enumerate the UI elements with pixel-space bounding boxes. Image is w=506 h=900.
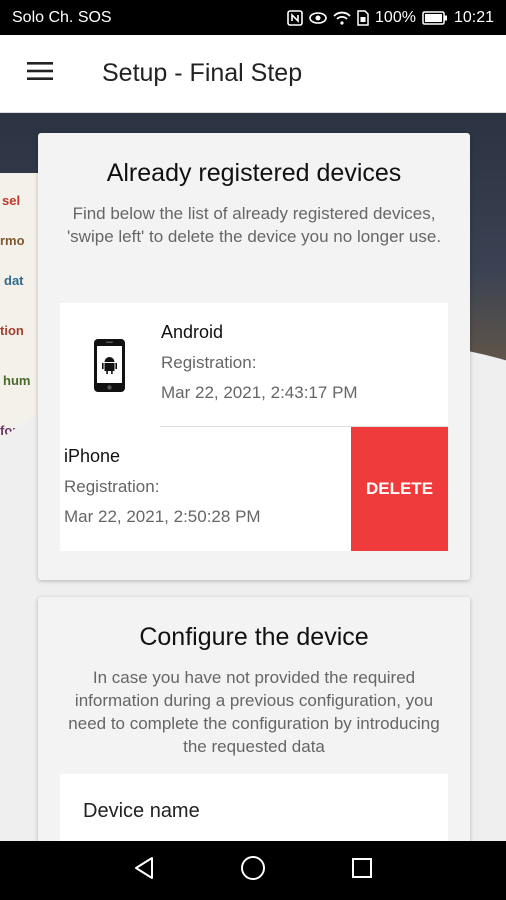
- registered-devices-title: Already registered devices: [106, 159, 402, 187]
- wifi-icon: [333, 11, 351, 25]
- device-name: Android: [161, 322, 224, 342]
- page-title: Setup - Final Step: [102, 59, 303, 87]
- eye-icon: [309, 11, 327, 25]
- status-bar: Solo Ch. SOS 100% 10:21: [0, 0, 506, 35]
- configure-device-title: Configure the device: [139, 623, 369, 651]
- status-icons: 100% 10:21: [287, 9, 494, 27]
- registered-devices-description: Find below the list of already registere…: [66, 204, 442, 246]
- device-name-label: Device name: [83, 800, 200, 822]
- registration-date: Mar 22, 2021, 2:50:28 PM: [64, 507, 261, 526]
- configure-device-description: In case you have not provided the requir…: [68, 668, 440, 756]
- home-circle-icon: [240, 855, 266, 886]
- registration-date: Mar 22, 2021, 2:43:17 PM: [161, 383, 358, 402]
- navigation-bar: [0, 841, 506, 900]
- delete-button[interactable]: DELETE: [351, 427, 448, 551]
- battery-percent: 100%: [375, 8, 416, 26]
- app-bar: Setup - Final Step: [0, 35, 506, 113]
- menu-button[interactable]: [0, 35, 80, 113]
- recents-square-icon: [351, 857, 373, 884]
- device-row-android[interactable]: Android Registration: Mar 22, 2021, 2:43…: [60, 303, 448, 427]
- home-button[interactable]: [228, 846, 278, 896]
- back-button[interactable]: [119, 846, 169, 896]
- recents-button[interactable]: [337, 846, 387, 896]
- registration-label: Registration:: [64, 477, 160, 496]
- back-triangle-icon: [133, 856, 155, 885]
- device-list: Android Registration: Mar 22, 2021, 2:43…: [60, 303, 448, 551]
- battery-icon: [422, 10, 448, 25]
- registration-label: Registration:: [161, 353, 257, 372]
- carrier-label: Solo Ch. SOS: [12, 8, 112, 26]
- configure-device-card: Configure the device In case you have no…: [38, 597, 470, 841]
- device-name: iPhone: [64, 446, 121, 466]
- android-phone-icon: [93, 338, 126, 393]
- clock: 10:21: [453, 8, 494, 26]
- device-info: iPhone Registration: Mar 22, 2021, 2:50:…: [64, 446, 261, 527]
- nfc-icon: [287, 9, 303, 26]
- content-area[interactable]: sel rmo dat tion hum for Already registe…: [0, 113, 506, 841]
- sim-icon: [357, 9, 369, 26]
- device-info: Android Registration: Mar 22, 2021, 2:43…: [161, 322, 358, 403]
- registered-devices-card: Already registered devices Find below th…: [38, 133, 470, 580]
- device-name-field[interactable]: Device name: [60, 774, 448, 841]
- device-row-iphone[interactable]: iPhone Registration: Mar 22, 2021, 2:50:…: [60, 427, 448, 551]
- hamburger-icon: [27, 61, 53, 86]
